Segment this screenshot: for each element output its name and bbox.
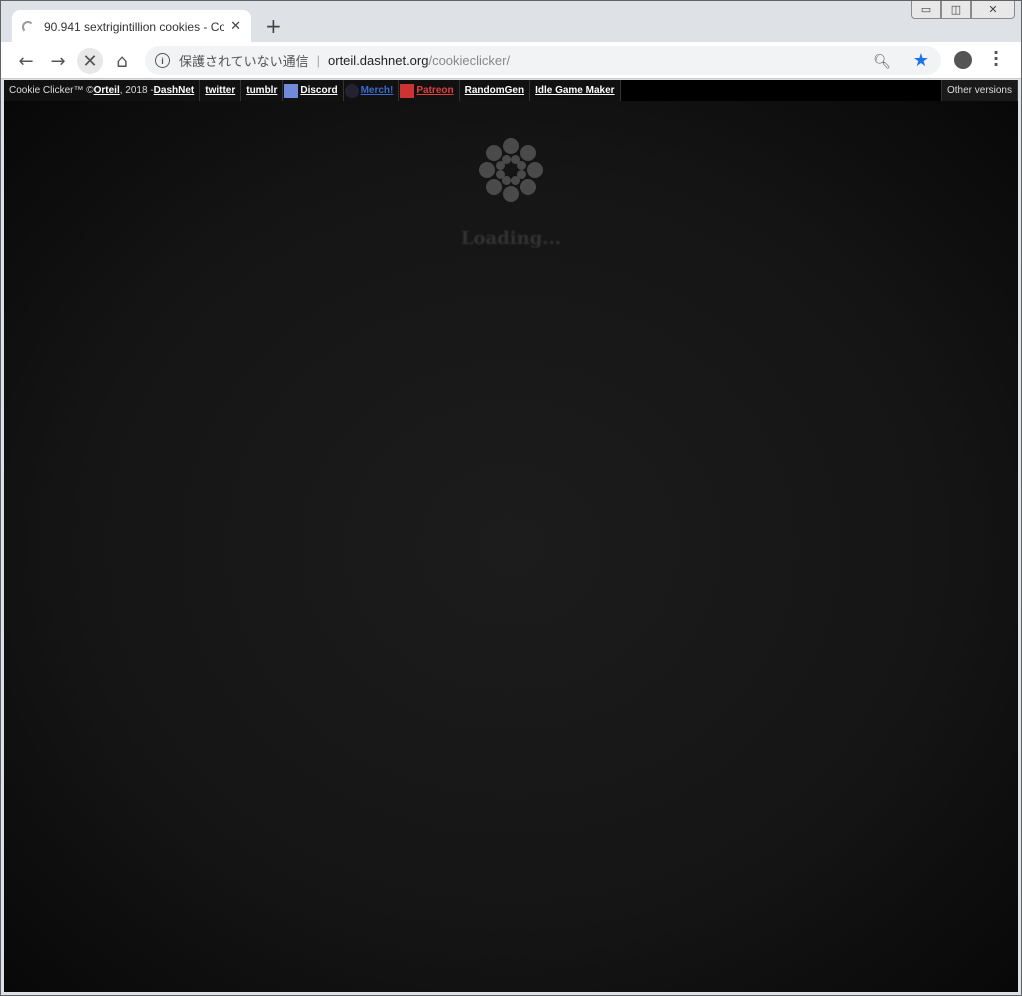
spinner-dot	[527, 162, 543, 178]
patreon-icon	[400, 83, 415, 98]
url-host: orteil.dashnet.org	[328, 53, 429, 68]
spinner-dot	[519, 178, 536, 195]
merch-link[interactable]: Merch!	[343, 80, 400, 101]
spinner-dot	[496, 169, 506, 179]
spinner-dot	[510, 175, 520, 185]
address-bar[interactable]: i 保護されていない通信 | orteil.dashnet.org/cookie…	[145, 46, 941, 75]
window-controls: ▭ ◫ ✕	[911, 1, 1015, 19]
account-icon[interactable]	[954, 51, 972, 69]
tumblr-link[interactable]: tumblr	[241, 80, 284, 101]
link-label: tumblr	[246, 85, 278, 96]
other-versions-button[interactable]: Other versions	[940, 80, 1018, 101]
link-label: RandomGen	[464, 85, 525, 96]
idle-game-maker-link[interactable]: Idle Game Maker	[530, 80, 621, 101]
security-label: 保護されていない通信	[179, 54, 309, 69]
back-button[interactable]: ←	[13, 48, 39, 74]
link-label: Merch!	[360, 85, 394, 96]
loading-text: Loading...	[460, 228, 562, 249]
discord-link[interactable]: Discord	[283, 80, 344, 101]
tab-title: 90.941 sextrigintillion cookies - Co	[44, 19, 225, 34]
link-label: twitter	[205, 85, 236, 96]
link-label: Idle Game Maker	[535, 85, 615, 96]
copyright-text: Cookie Clicker™ ©	[9, 85, 94, 96]
year-text: , 2018 -	[119, 85, 154, 96]
minimize-button[interactable]: ▭	[911, 1, 941, 19]
close-window-button[interactable]: ✕	[971, 1, 1015, 19]
spinner-dot	[479, 162, 495, 178]
discord-icon	[284, 83, 299, 98]
dashnet-link[interactable]: DashNet	[154, 85, 195, 96]
loading-spinner-icon	[474, 137, 548, 203]
home-button[interactable]: ⌂	[109, 48, 135, 74]
randomgen-link[interactable]: RandomGen	[459, 80, 531, 101]
link-label: Patreon	[416, 85, 454, 96]
copyright: Cookie Clicker™ © Orteil , 2018 - DashNe…	[4, 80, 201, 101]
stop-button[interactable]: ✕	[77, 48, 103, 74]
close-tab-icon[interactable]: ✕	[230, 19, 241, 34]
spinner-dot	[519, 145, 536, 162]
new-tab-button[interactable]: +	[265, 14, 282, 38]
orteil-link[interactable]: Orteil	[94, 85, 120, 96]
spinner-dot	[486, 145, 503, 162]
bookmark-star-icon[interactable]: ★	[913, 50, 929, 71]
forward-button[interactable]: →	[45, 48, 71, 74]
menu-icon[interactable]: · · ·	[992, 45, 1000, 73]
merch-icon	[344, 83, 359, 98]
url-path: /cookieclicker/	[428, 53, 511, 68]
divider: |	[316, 53, 321, 68]
browser-tab[interactable]: 90.941 sextrigintillion cookies - Co ✕	[12, 10, 251, 43]
spinner-dot	[516, 161, 526, 171]
zoom-icon[interactable]: 🔍︎	[873, 53, 891, 70]
game-topbar: Cookie Clicker™ © Orteil , 2018 - DashNe…	[4, 80, 1018, 101]
spinner-dot	[486, 178, 503, 195]
info-icon[interactable]: i	[155, 53, 170, 68]
link-label: Discord	[300, 85, 338, 96]
toolbar: ← → ✕ ⌂ i 保護されていない通信 | orteil.dashnet.or…	[1, 42, 1021, 79]
spinner-dot	[503, 138, 519, 154]
game-area: Loading...	[4, 101, 1018, 992]
twitter-link[interactable]: twitter	[200, 80, 242, 101]
patreon-link[interactable]: Patreon	[399, 80, 460, 101]
loading-spinner-icon	[22, 20, 34, 33]
spinner-dot	[502, 155, 512, 165]
spinner-dot	[503, 186, 519, 202]
maximize-button[interactable]: ◫	[941, 1, 971, 19]
